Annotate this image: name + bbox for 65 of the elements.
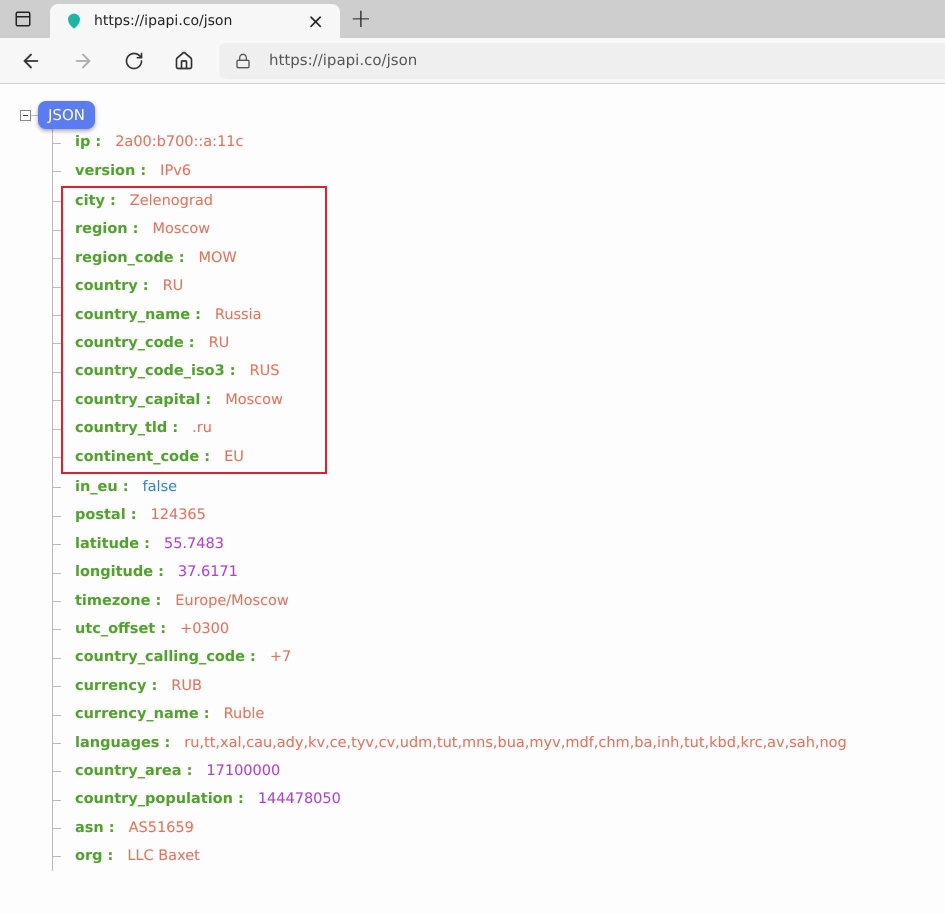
lock-icon (235, 52, 251, 68)
key-label: version : (75, 162, 146, 181)
value-text: IPv6 (160, 162, 191, 181)
home-icon[interactable] (174, 50, 194, 70)
value-text: RUS (250, 362, 280, 382)
key-label: country_code : (75, 334, 195, 354)
key-label: currency : (75, 676, 158, 696)
key-label: postal : (75, 506, 137, 526)
key-label: city : (75, 192, 116, 212)
value-text: 124365 (150, 506, 206, 526)
key-label: country_code_iso3 : (75, 362, 236, 382)
value-text: AS51659 (128, 818, 194, 838)
key-label: country_tld : (75, 419, 178, 438)
value-text: 37.6171 (178, 563, 238, 582)
key-label: utc_offset : (75, 620, 166, 639)
key-label: asn : (75, 818, 115, 838)
key-label: org : (75, 847, 114, 866)
key-label: country_capital : (75, 390, 212, 410)
value-text: Ruble (224, 705, 264, 724)
value-text: EU (224, 448, 244, 467)
value-text: 17100000 (206, 762, 280, 781)
value-text: ru,tt,xal,cau,ady,kv,ce,tyv,cv,udm,tut,mns,bua,myv,mdf,chm,ba,inh,tut,kbd,krc,av,sah,nog (184, 734, 847, 753)
value-text: 2a00:b700::a:11c (115, 133, 244, 152)
value-text: Russia (214, 306, 262, 325)
key-label: country_name : (75, 306, 201, 325)
value-text: +7 (270, 648, 292, 668)
value-text: Moscow (225, 390, 283, 410)
key-label: region_code : (75, 248, 184, 268)
tab-title: https://ipapi.co/json (94, 12, 232, 30)
value-text: RU (208, 334, 230, 354)
key-label: country : (75, 277, 149, 296)
close-tab-button[interactable]: × (307, 11, 324, 31)
key-label: latitude : (75, 534, 150, 554)
key-label: country_population : (75, 790, 244, 810)
key-label: currency_name : (75, 705, 210, 724)
key-label: continent_code : (75, 448, 210, 467)
url-text: https://ipapi.co/json (269, 50, 418, 72)
key-label: in_eu : (75, 478, 129, 497)
address-field[interactable]: https://ipapi.co/json (219, 42, 945, 78)
key-label: timezone : (75, 592, 162, 611)
tab-actions-icon[interactable] (14, 10, 32, 28)
collapse-toggle[interactable] (20, 110, 31, 120)
value-text: false (142, 478, 178, 497)
browser-tab[interactable]: https://ipapi.co/json × (50, 4, 340, 38)
value-text: RUB (171, 676, 202, 696)
value-text: .ru (192, 419, 212, 438)
map-pin-icon (66, 13, 82, 29)
key-label: ip : (75, 133, 102, 152)
reload-icon[interactable] (124, 50, 144, 70)
key-label: longitude : (75, 563, 164, 582)
key-label: country_calling_code : (75, 648, 256, 668)
value-text: +0300 (180, 620, 230, 639)
value-text: RU (162, 277, 184, 296)
value-text: 55.7483 (164, 534, 224, 554)
value-text: MOW (198, 248, 237, 268)
key-label: country_area : (75, 762, 192, 781)
key-label: region : (75, 220, 138, 240)
value-text: Moscow (152, 220, 210, 240)
value-text: Europe/Moscow (175, 592, 289, 611)
root-badge: JSON (38, 101, 95, 129)
value-text: 144478050 (258, 790, 341, 810)
key-label: languages : (75, 734, 170, 753)
value-text: LLC Baxet (127, 847, 200, 866)
new-tab-button[interactable]: + (350, 0, 372, 38)
value-text: Zelenograd (130, 192, 213, 212)
